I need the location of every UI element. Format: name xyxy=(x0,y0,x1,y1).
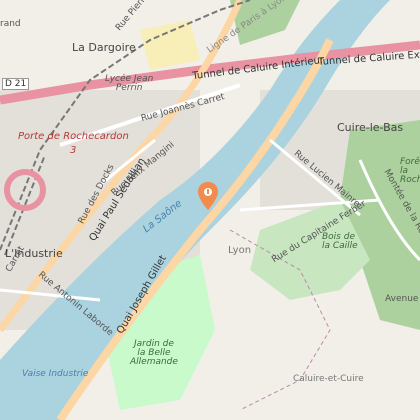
place-caluire: Caluire-et-Cuire xyxy=(293,374,364,384)
jardin-belle-allemande-label: Jardin de la Belle Allemande xyxy=(130,339,178,367)
rand-label: rand xyxy=(0,19,21,29)
lycee-jean-perrin-label: Lycée Jean Perrin xyxy=(105,74,154,93)
avenue-label: Avenue xyxy=(385,294,419,304)
location-marker-icon[interactable] xyxy=(198,182,218,210)
porte-number-label: 3 xyxy=(70,145,77,156)
place-la-dargoire: La Dargoire xyxy=(72,41,136,54)
place-cuire-le-bas: Cuire-le-Bas xyxy=(337,121,404,134)
place-lyon: Lyon xyxy=(228,245,252,256)
bois-de-la-caille-label: Bois de la Caille xyxy=(322,232,358,251)
porte-rochecardon-label: Porte de Rochecardon xyxy=(18,131,129,142)
route-d21-shield: D 21 xyxy=(2,78,30,90)
map-view[interactable]: La Dargoire Cuire-le-Bas L'Industrie Lyo… xyxy=(0,0,420,420)
vaise-industrie-label: Vaise Industrie xyxy=(22,369,89,379)
foret-label: Forêt la Roch xyxy=(400,157,420,185)
